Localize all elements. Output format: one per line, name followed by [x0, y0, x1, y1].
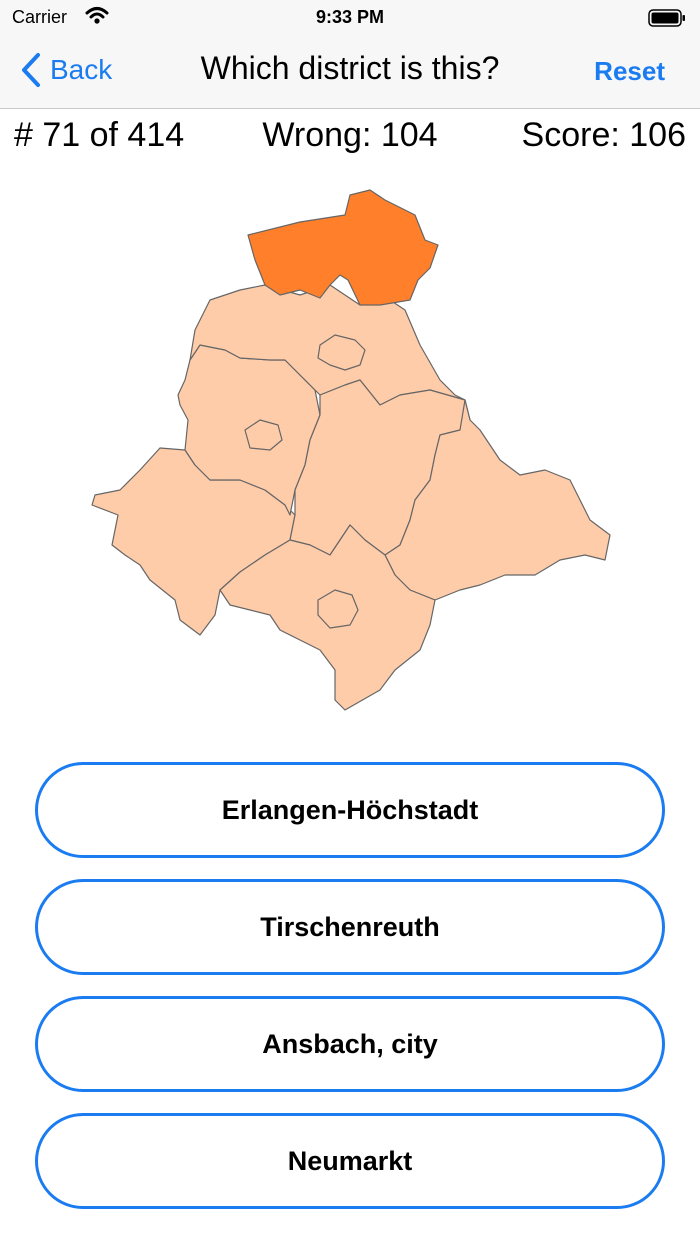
answer-button-3[interactable]: Ansbach, city [35, 996, 665, 1092]
reset-button[interactable]: Reset [594, 56, 665, 87]
score-bar: # 71 of 414 Wrong: 104 Score: 106 [0, 116, 700, 160]
highlighted-district [247, 189, 439, 306]
status-bar: Carrier 9:33 PM [0, 0, 700, 36]
status-time: 9:33 PM [315, 7, 385, 27]
score-count: Score: 106 [521, 116, 686, 154]
answer-button-4[interactable]: Neumarkt [35, 1113, 665, 1209]
battery-icon [648, 9, 686, 32]
district-map [91, 189, 611, 711]
answer-list: Erlangen-Höchstadt Tirschenreuth Ansbach… [35, 762, 665, 1230]
navigation-bar: Back Which district is this? Reset [0, 36, 700, 109]
answer-button-2[interactable]: Tirschenreuth [35, 879, 665, 975]
answer-button-1[interactable]: Erlangen-Höchstadt [35, 762, 665, 858]
